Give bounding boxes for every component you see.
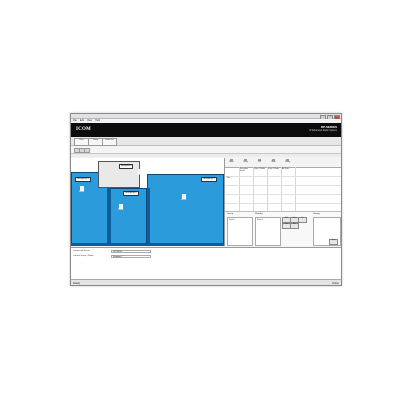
zone-divider [147,188,150,246]
zone-area-2[interactable] [107,188,147,246]
refresh-icon[interactable] [84,148,90,153]
radio-marker[interactable]: Radio [79,186,84,193]
grid-header: Status Group Call Radio Setting [225,158,341,168]
tab-zone[interactable]: Zone [74,138,89,146]
grid-line [225,203,341,204]
member-list-item[interactable]: Radio 2 [257,219,263,221]
grid-line [267,167,268,211]
info-strip [71,154,341,157]
grid-line [281,167,282,211]
radio-marker[interactable]: Radio [181,194,186,201]
radio-marker[interactable]: Radio [137,169,142,176]
group-list-item[interactable]: Radio 1 [229,219,235,221]
grid-cell[interactable]: Shop 1 Radio [254,168,266,170]
tab-group[interactable]: Group [88,138,103,146]
status-bar: Ready Online [71,279,341,285]
grid-line [253,167,254,211]
radio-marker[interactable]: Radio [118,204,123,211]
application-window: _ □ × File Edit View Help ICOM RP-SERIES… [70,113,342,286]
grid-line [225,176,341,177]
up-button[interactable]: Up [298,217,307,223]
log-value-field[interactable]: Shopping 1 [111,254,151,258]
tab-bar: Zone Group Radio List [71,137,341,146]
zone-area-3[interactable] [147,174,224,246]
zone-divider [107,188,111,246]
grid-line [225,194,341,195]
reception-label: Reception [119,164,134,169]
grid-line [239,167,240,211]
tab-radio-list[interactable]: Radio List [102,138,117,146]
apply-button[interactable]: Apply [329,239,338,245]
grid-column-radio[interactable]: Radio [269,159,278,163]
member-list[interactable]: Radio 2 [255,217,281,246]
grid-line [225,185,341,186]
status-text: Ready [73,281,80,285]
log-panel: Connected Server 192.168.0.1 Current Gro… [71,247,341,279]
zone-floor [71,243,224,246]
group-list[interactable]: Radio 1 [227,217,253,246]
grid-column-status[interactable]: Status [227,159,236,163]
log-label: Connected Server [73,250,90,252]
grid-column-call[interactable]: Call [255,159,264,163]
log-value-field[interactable]: 192.168.0.1 [111,249,151,253]
grid-column-group[interactable]: Group [241,159,250,163]
status-grid: Status Group Call Radio Setting Receptio… [225,158,341,212]
grid-cell[interactable]: Shop 2 Radio [268,168,280,170]
connection-status: Online [332,281,339,285]
zone-map: Reception Shopping 1 Shopping 2 Shopping… [71,158,225,246]
grid-cell[interactable]: Reception Radio [240,168,252,172]
props-header-setting: Setting [313,213,320,215]
app-banner: ICOM RP-SERIES IP Advanced Radio System [71,123,341,137]
log-label: Current Group / Radio [73,255,94,257]
zone-label-3: Shopping 3 [201,177,217,182]
grid-cell[interactable]: Idle [227,177,238,179]
grid-cell[interactable]: All Radio [282,168,294,170]
grid-line [295,167,296,211]
product-name: RP-SERIES [320,125,337,129]
brand-logo: ICOM [76,127,91,132]
product-subtitle: IP Advanced Radio System [309,130,337,132]
props-header-member: Member [255,213,264,215]
properties-panel: Group Member Setting Radio 1 Radio 2 Add… [225,212,341,246]
props-header-group: Group [227,213,234,215]
toolbar [71,146,341,154]
grid-column-setting[interactable]: Setting [283,159,292,163]
edit-button[interactable]: Edit [290,223,299,229]
zone-label-2: Shopping 2 [123,191,139,196]
zone-label-1: Shopping 1 [75,177,91,182]
